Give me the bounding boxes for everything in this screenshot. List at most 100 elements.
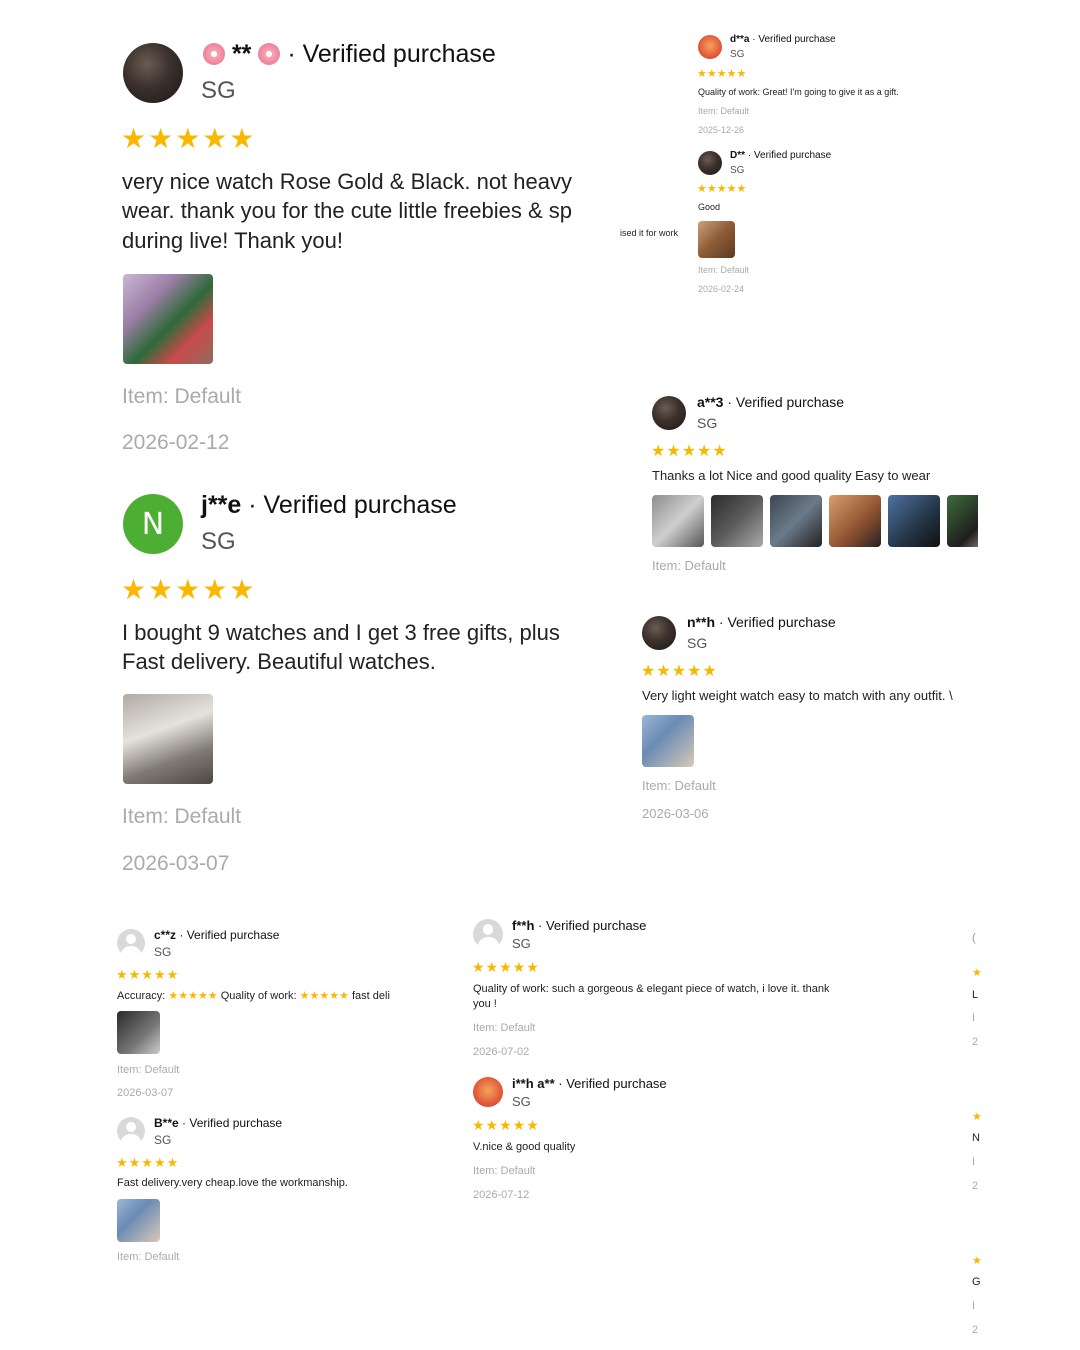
- item-variant: Item: Default: [642, 778, 716, 793]
- reviewer-country: SG: [154, 945, 172, 959]
- review-photo[interactable]: [642, 715, 694, 767]
- review-card: i**h a** · Verified purchase SG ★★★★★ V.…: [469, 1073, 889, 1213]
- edge-fragment: I: [972, 1300, 976, 1312]
- review-text: Fast delivery.very cheap.love the workma…: [117, 1177, 348, 1189]
- reviewer-name: D**: [730, 150, 746, 161]
- star-rating: ★★★★★: [472, 959, 540, 975]
- star-rating: ★★★★★: [121, 123, 257, 154]
- reviewer-header: a**3 · Verified purchase: [697, 394, 844, 410]
- edge-fragment: 2: [972, 1036, 979, 1048]
- reviewer-name: i**h a**: [512, 1076, 555, 1091]
- edge-fragment: ★: [972, 1255, 982, 1267]
- review-text-tail: fast deli: [351, 990, 390, 1002]
- review-card: N j**e · Verified purchase SG ★★★★★ I bo…: [115, 480, 615, 880]
- review-photo[interactable]: [652, 495, 704, 547]
- quality-stars: ★★★★★: [299, 990, 349, 1002]
- review-card: B**e · Verified purchase SG ★★★★★ Fast d…: [113, 1113, 453, 1273]
- item-variant: Item: Default: [652, 558, 726, 573]
- review-text: very nice watch Rose Gold & Black. not h…: [122, 169, 572, 194]
- star-rating: ★★★★★: [121, 574, 257, 605]
- item-variant: Item: Default: [117, 1064, 180, 1076]
- reviewer-avatar: [642, 616, 676, 650]
- reviewer-country: SG: [730, 165, 745, 176]
- verified-purchase-label: · Verified purchase: [727, 394, 845, 410]
- reviewer-header: ** · Verified purchase: [203, 40, 496, 69]
- reviewer-header: f**h · Verified purchase: [512, 918, 646, 933]
- verified-purchase-label: · Verified purchase: [538, 918, 647, 933]
- flower-icon: [258, 43, 281, 65]
- review-text: during live! Thank you!: [122, 228, 343, 253]
- review-photo[interactable]: [947, 495, 978, 547]
- edge-fragment: G: [972, 1276, 981, 1288]
- reviewer-name: j**e: [201, 491, 242, 519]
- review-text: Fast delivery. Beautiful watches.: [122, 649, 436, 674]
- reviewer-avatar: [652, 396, 686, 430]
- reviewer-name: n**h: [687, 614, 715, 630]
- review-photo[interactable]: [117, 1199, 160, 1242]
- verified-purchase-label: · Verified purchase: [248, 491, 457, 519]
- review-text: Thanks a lot Nice and good quality Easy …: [652, 468, 931, 483]
- star-rating: ★★★★★: [116, 967, 180, 982]
- quality-label: Quality of work:: [220, 990, 297, 1002]
- reviewer-header: D** · Verified purchase: [730, 150, 831, 161]
- edge-fragment: ★: [972, 1111, 982, 1123]
- review-photo[interactable]: [829, 495, 881, 547]
- review-text: Accuracy: ★★★★★ Quality of work: ★★★★★ f…: [117, 989, 453, 1002]
- review-card: c**z · Verified purchase SG ★★★★★ Accura…: [113, 925, 453, 1105]
- review-card: n**h · Verified purchase SG ★★★★★ Very l…: [638, 610, 978, 830]
- verified-purchase-label: · Verified purchase: [718, 614, 836, 630]
- reviewer-avatar: [473, 1077, 503, 1107]
- item-variant: Item: Default: [698, 106, 750, 116]
- edge-fragment: 2: [972, 1180, 979, 1192]
- review-card: f**h · Verified purchase SG ★★★★★ Qualit…: [469, 915, 889, 1065]
- edge-fragment: L: [972, 989, 979, 1001]
- review-date: 2026-02-12: [122, 431, 230, 454]
- review-date: 2026-03-07: [122, 852, 230, 875]
- verified-purchase-label: · Verified purchase: [747, 150, 832, 161]
- reviewer-name: **: [231, 40, 252, 68]
- review-date: 2026-03-07: [117, 1087, 174, 1099]
- review-photo[interactable]: [117, 1011, 160, 1054]
- verified-purchase-label: · Verified purchase: [182, 1116, 283, 1130]
- star-rating: ★★★★★: [472, 1117, 540, 1133]
- review-photo[interactable]: [711, 495, 763, 547]
- review-photo[interactable]: [123, 274, 213, 364]
- review-photo[interactable]: [888, 495, 940, 547]
- star-rating: ★★★★★: [697, 183, 747, 195]
- review-card: ** · Verified purchase SG ★★★★★ very nic…: [115, 30, 615, 470]
- review-date: 2026-07-02: [473, 1046, 530, 1058]
- review-text: Good: [698, 202, 721, 212]
- reviewer-avatar: [123, 43, 183, 103]
- reviewer-country: SG: [730, 49, 745, 60]
- review-text: I bought 9 watches and I get 3 free gift…: [122, 620, 560, 645]
- reviewer-avatar: [698, 35, 722, 59]
- review-text: Quality of work: such a gorgeous & elega…: [473, 983, 830, 995]
- review-photo[interactable]: [770, 495, 822, 547]
- reviewer-header: d**a · Verified purchase: [730, 34, 836, 45]
- verified-purchase-label: · Verified purchase: [752, 34, 836, 45]
- accuracy-stars: ★★★★★: [168, 990, 218, 1002]
- review-text-fragment: ised it for work: [620, 228, 679, 238]
- verified-purchase-label: · Verified purchase: [287, 40, 496, 68]
- star-rating: ★★★★★: [641, 663, 718, 680]
- reviewer-name: c**z: [154, 928, 177, 942]
- review-photo[interactable]: [123, 694, 213, 784]
- reviewer-country: SG: [687, 635, 708, 651]
- reviewer-country: SG: [697, 415, 718, 431]
- reviewer-avatar: N: [123, 494, 183, 554]
- item-variant: Item: Default: [698, 265, 750, 275]
- reviewer-avatar: [473, 919, 503, 949]
- edge-fragment: ★: [972, 967, 982, 979]
- item-variant: Item: Default: [117, 1251, 180, 1263]
- edge-fragment: 2: [972, 1324, 979, 1336]
- reviewer-country: SG: [201, 77, 236, 104]
- reviewer-header: B**e · Verified purchase: [154, 1116, 282, 1130]
- reviewer-name: d**a: [730, 34, 750, 45]
- review-text: wear. thank you for the cute little free…: [122, 198, 573, 223]
- review-date: 2025-12-26: [698, 125, 745, 135]
- star-rating: ★★★★★: [116, 1155, 180, 1170]
- reviewer-avatar: [117, 929, 145, 957]
- review-photo[interactable]: [698, 221, 735, 258]
- reviewer-country: SG: [154, 1133, 172, 1147]
- item-variant: Item: Default: [473, 1022, 536, 1034]
